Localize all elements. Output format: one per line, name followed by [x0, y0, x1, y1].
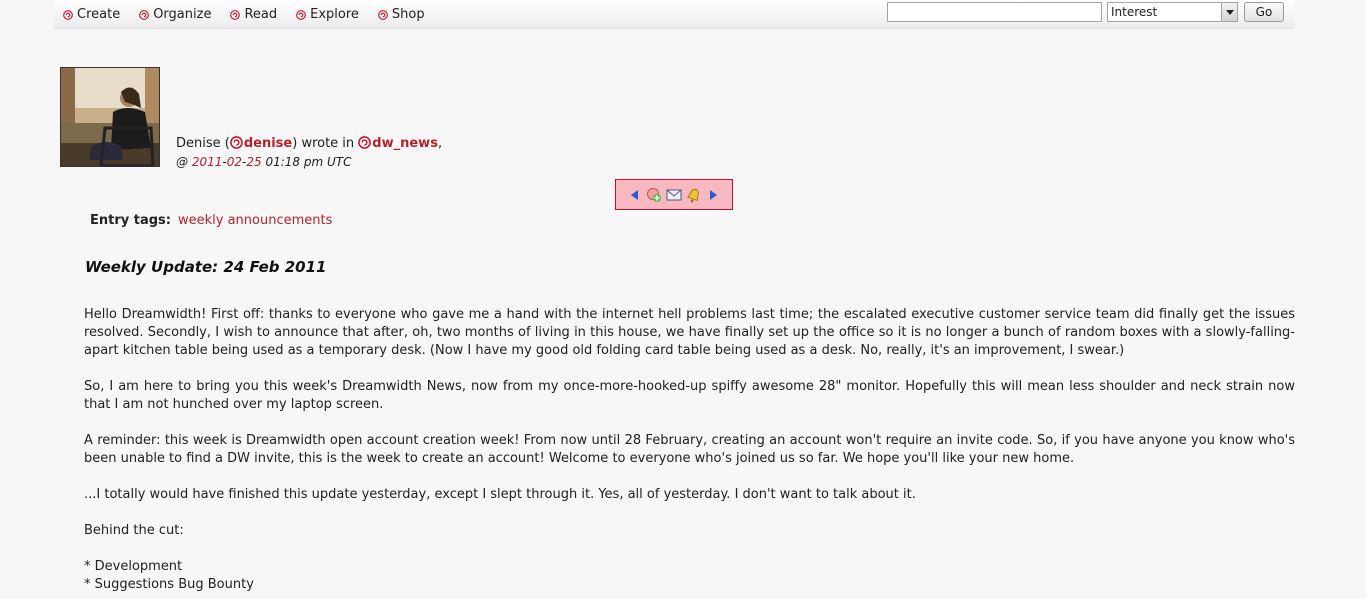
add-memory-icon[interactable] [646, 187, 662, 203]
nav-item-read[interactable]: Read [230, 7, 277, 22]
swirl-icon [230, 10, 240, 20]
entry-paragraph: A reminder: this week is Dreamwidth open… [84, 433, 1295, 466]
swirl-icon [358, 136, 371, 149]
go-button[interactable]: Go [1244, 2, 1284, 22]
entry-nav-toolbar [615, 179, 733, 210]
entry-tag-link[interactable]: weekly announcements [178, 213, 332, 228]
chevron-down-icon [1221, 3, 1237, 21]
entry-byline: Denise ( denise) wrote in dw_news, [176, 136, 442, 151]
entry-paragraph: ...I totally would have finished this up… [84, 487, 916, 502]
date-prefix: @ [176, 155, 192, 169]
author-name: Denise ( [176, 136, 230, 151]
byline-comma: , [437, 136, 443, 151]
date-time: 01:18 pm UTC [261, 155, 352, 169]
entry-datetime: @ 2011-02-25 01:18 pm UTC [176, 155, 352, 169]
author-user-link[interactable]: denise [244, 136, 292, 151]
nav-item-shop[interactable]: Shop [378, 7, 425, 22]
nav-label: Explore [310, 7, 359, 22]
site-nav: Create Organize Read Explore Shop [63, 7, 444, 22]
nav-item-explore[interactable]: Explore [296, 7, 359, 22]
date-month-link[interactable]: 02 [227, 155, 242, 169]
top-nav-bar: Create Organize Read Explore Shop Intere… [54, 0, 1295, 29]
entry-tags-label: Entry tags: [90, 213, 171, 228]
nav-label: Create [77, 7, 121, 22]
entry-paragraph: Behind the cut: [84, 523, 184, 538]
entry-title: Weekly Update: 24 Feb 2011 [85, 258, 327, 276]
track-bell-icon[interactable] [686, 187, 702, 203]
list-item: * Development [84, 559, 183, 574]
avatar-image [61, 68, 159, 166]
entry-paragraph: Hello Dreamwidth! First off: thanks to e… [84, 307, 1295, 358]
swirl-icon [63, 10, 73, 20]
entry-body: Hello Dreamwidth! First off: thanks to e… [84, 306, 1295, 594]
list-item: * Suggestions Bug Bounty [84, 577, 254, 592]
date-day-link[interactable]: 25 [246, 155, 261, 169]
next-entry-icon[interactable] [706, 187, 722, 203]
nav-label: Read [244, 7, 278, 22]
nav-item-create[interactable]: Create [63, 7, 120, 22]
entry-paragraph: So, I am here to bring you this week's D… [84, 379, 1295, 412]
search-input[interactable] [887, 2, 1102, 22]
search-type-select[interactable]: Interest [1107, 2, 1238, 22]
swirl-icon [139, 10, 149, 20]
nav-label: Organize [153, 7, 212, 22]
swirl-icon [378, 10, 388, 20]
previous-entry-icon[interactable] [626, 187, 642, 203]
date-year-link[interactable]: 2011 [192, 155, 223, 169]
share-email-icon[interactable] [666, 187, 682, 203]
nav-label: Shop [391, 7, 425, 22]
wrote-in-text: ) wrote in [292, 136, 359, 151]
community-link[interactable]: dw_news [372, 136, 438, 151]
swirl-icon [230, 136, 243, 149]
nav-item-organize[interactable]: Organize [139, 7, 211, 22]
swirl-icon [296, 10, 306, 20]
select-value: Interest [1111, 5, 1158, 19]
avatar[interactable] [60, 67, 160, 167]
